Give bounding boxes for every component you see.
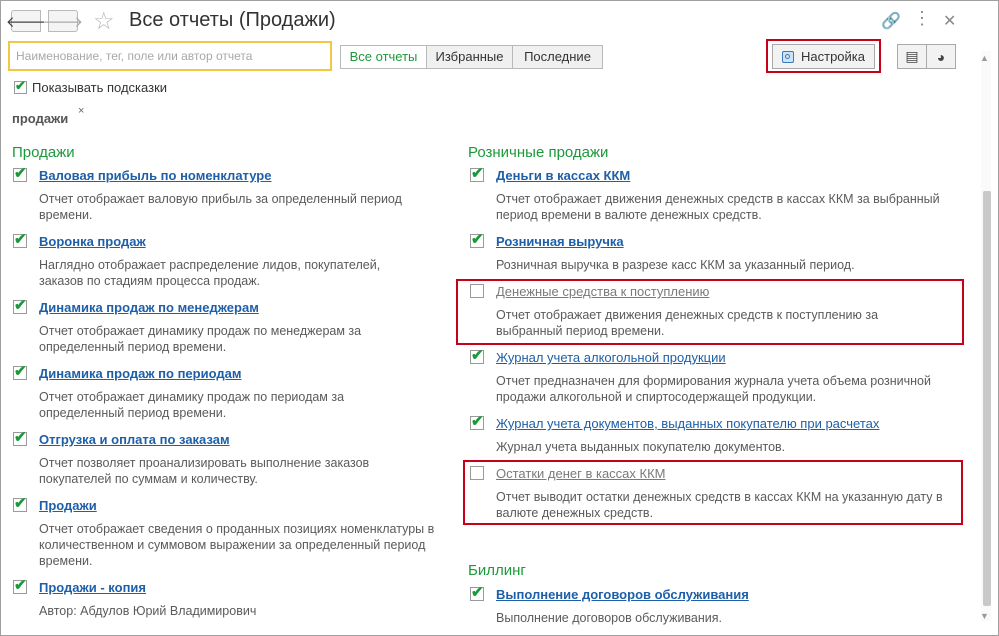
filter-all-reports[interactable]: Все отчеты	[340, 45, 427, 69]
report-checkbox[interactable]	[13, 428, 27, 446]
report-checkbox[interactable]	[13, 576, 27, 594]
pie-chart-icon: ◕	[936, 48, 946, 65]
report-description: Отчет позволяет проанализировать выполне…	[39, 456, 370, 486]
report-window: 🡐 🡒 ☆ Все отчеты (Продажи) 🔗 ⋮ ✕ Все отч…	[0, 0, 999, 636]
forward-button[interactable]: 🡒	[43, 10, 83, 32]
report-description: Отчет отображает динамику продаж по пери…	[39, 390, 345, 420]
report-description: Наглядно отображает распределение лидов,…	[39, 258, 381, 288]
report-checkbox[interactable]	[470, 230, 484, 248]
report-checkbox[interactable]	[470, 284, 484, 298]
scroll-down-icon[interactable]: ▼	[980, 611, 989, 621]
report-link[interactable]: Валовая прибыль по номенклатуре	[39, 168, 271, 183]
report-checkbox[interactable]	[13, 164, 27, 182]
report-checkbox[interactable]	[470, 466, 484, 480]
report-description: Розничная выручка в разрезе касс ККМ за …	[496, 258, 855, 272]
report-checkbox[interactable]	[470, 164, 484, 182]
report-description: Отчет отображает движения денежных средс…	[496, 192, 940, 222]
tag-label: продажи	[12, 111, 69, 126]
report-description: Отчет предназначен для формирования журн…	[496, 374, 931, 404]
section-title-retail: Розничные продажи	[468, 144, 609, 161]
report-link[interactable]: Динамика продаж по менеджерам	[39, 300, 259, 315]
report-checkbox[interactable]	[13, 230, 27, 248]
filter-recent[interactable]: Последние	[512, 45, 603, 69]
tag-remove-icon[interactable]: ×	[78, 105, 84, 117]
show-hints-checkbox[interactable]	[14, 78, 27, 94]
report-description: Журнал учета выданных покупателю докумен…	[496, 440, 786, 454]
list-view-icon: ▤	[905, 48, 919, 64]
report-link[interactable]: Продажи - копия	[39, 580, 146, 595]
show-hints-label: Показывать подсказки	[32, 80, 168, 95]
scroll-up-icon[interactable]: ▲	[980, 53, 989, 63]
setup-button[interactable]: Настройка	[772, 44, 875, 69]
report-checkbox[interactable]	[13, 296, 27, 314]
report-link[interactable]: Журнал учета документов, выданных покупа…	[496, 416, 879, 431]
report-checkbox[interactable]	[13, 494, 27, 512]
settings-icon	[782, 50, 794, 63]
report-link[interactable]: Остатки денег в кассах ККМ	[496, 466, 666, 481]
report-checkbox[interactable]	[470, 346, 484, 364]
list-view-button[interactable]: ▤	[897, 44, 927, 69]
report-checkbox[interactable]	[470, 412, 484, 430]
close-icon[interactable]: ✕	[943, 11, 956, 31]
report-description: Отчет отображает сведения о проданных по…	[39, 522, 435, 568]
setup-button-label: Настройка	[801, 49, 865, 64]
report-description: Выполнение договоров обслуживания.	[496, 611, 723, 625]
report-description: Автор: Абдулов Юрий Владимирович	[39, 604, 257, 618]
report-link[interactable]: Розничная выручка	[496, 234, 624, 249]
report-description: Отчет отображает валовую прибыль за опре…	[39, 192, 402, 222]
report-description: Отчет отображает динамику продаж по мене…	[39, 324, 362, 354]
chart-view-button[interactable]: ◕	[926, 44, 956, 69]
filter-favorites[interactable]: Избранные	[426, 45, 513, 69]
arrow-right-icon: 🡒	[42, 13, 84, 31]
star-icon[interactable]: ☆	[93, 7, 115, 36]
section-title-billing: Биллинг	[468, 562, 526, 579]
report-link[interactable]: Продажи	[39, 498, 97, 513]
link-icon[interactable]: 🔗	[881, 11, 901, 31]
arrow-left-icon: 🡐	[5, 13, 47, 31]
report-link[interactable]: Воронка продаж	[39, 234, 146, 249]
search-input[interactable]	[8, 41, 332, 71]
report-link[interactable]: Выполнение договоров обслуживания	[496, 587, 749, 602]
report-link[interactable]: Журнал учета алкогольной продукции	[496, 350, 726, 365]
window-title: Все отчеты (Продажи)	[129, 9, 336, 31]
report-link[interactable]: Отгрузка и оплата по заказам	[39, 432, 230, 447]
section-title-sales: Продажи	[12, 144, 75, 161]
report-description: Отчет отображает движения денежных средс…	[496, 308, 879, 338]
back-button[interactable]: 🡐	[6, 10, 46, 32]
report-checkbox[interactable]	[13, 362, 27, 380]
report-link[interactable]: Денежные средства к поступлению	[496, 284, 709, 299]
report-link[interactable]: Динамика продаж по периодам	[39, 366, 241, 381]
report-checkbox[interactable]	[470, 583, 484, 601]
report-link[interactable]: Деньги в кассах ККМ	[496, 168, 630, 183]
report-description: Отчет выводит остатки денежных средств в…	[496, 490, 943, 520]
more-vertical-icon[interactable]: ⋮	[913, 8, 931, 29]
scrollbar-thumb[interactable]	[983, 191, 991, 606]
